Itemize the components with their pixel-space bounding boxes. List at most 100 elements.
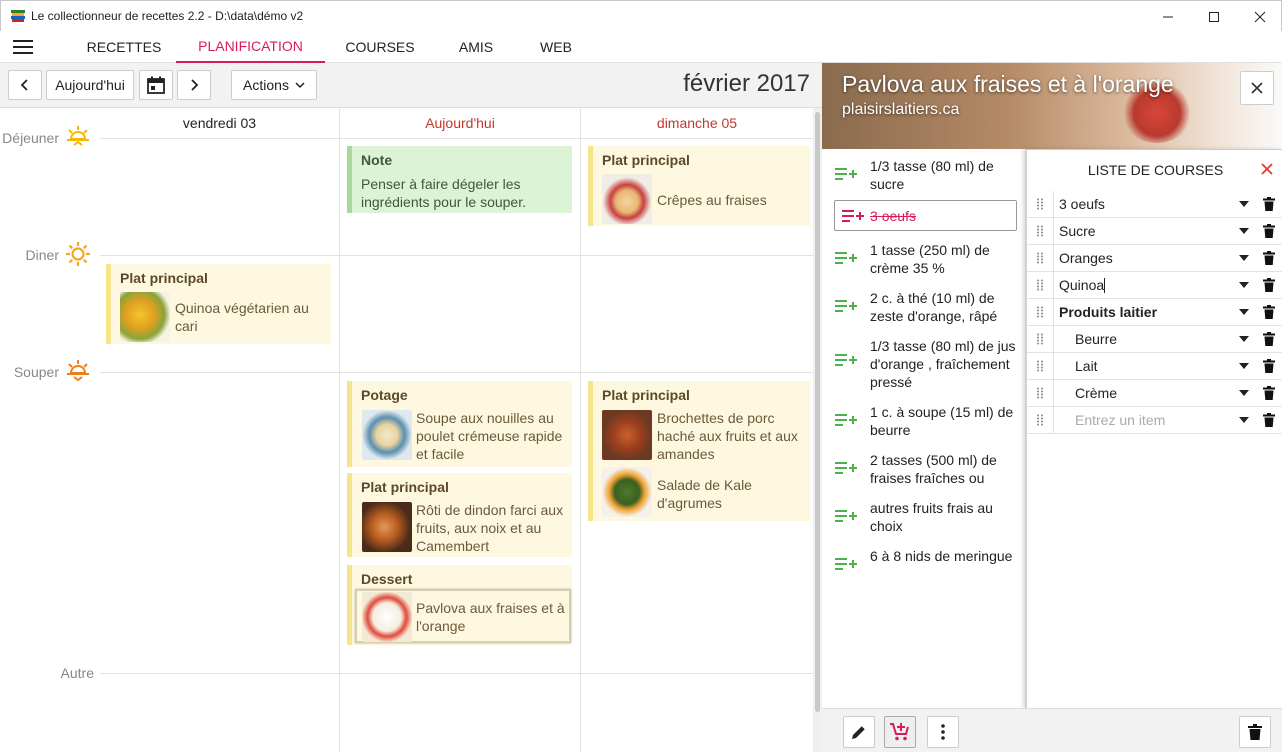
shopping-item[interactable]: Oranges (1027, 244, 1282, 272)
add-to-list-icon[interactable] (822, 241, 870, 267)
caret-down-icon[interactable] (1232, 336, 1256, 342)
drag-handle-icon[interactable] (1027, 379, 1054, 407)
meal-label-souper: Souper (13, 364, 59, 380)
ingredient-item[interactable]: 1/3 tasse (80 ml) de sucre (822, 157, 1026, 193)
caret-down-icon[interactable] (1232, 390, 1256, 396)
shopping-item[interactable]: Sucre (1027, 217, 1282, 245)
caret-down-icon[interactable] (1232, 282, 1256, 288)
tab-courses[interactable]: COURSES (330, 31, 430, 63)
shopping-item-label[interactable]: 3 oeufs (1054, 196, 1232, 212)
card-title: Dessert (361, 571, 413, 587)
shopping-cart-button[interactable] (884, 716, 916, 748)
add-to-list-icon[interactable] (822, 547, 870, 573)
caret-down-icon[interactable] (1232, 363, 1256, 369)
ingredient-item[interactable]: 1 tasse (250 ml) de crème 35 % (822, 241, 1026, 277)
tab-web[interactable]: WEB (520, 31, 592, 63)
shopping-list-title: LISTE DE COURSES (1087, 162, 1224, 178)
note-card[interactable]: Note Penser à faire dégeler les ingrédie… (347, 146, 572, 213)
edit-button[interactable] (843, 716, 875, 748)
tab-recettes[interactable]: RECETTES (72, 31, 176, 63)
delete-list-button[interactable] (1239, 716, 1271, 748)
close-recipe-button[interactable] (1240, 71, 1274, 105)
trash-icon[interactable] (1256, 413, 1282, 427)
trash-icon[interactable] (1256, 305, 1282, 319)
trash-icon[interactable] (1256, 251, 1282, 265)
new-item-input[interactable]: Entrez un item (1054, 412, 1232, 428)
shopping-item[interactable]: Lait (1027, 352, 1282, 380)
calendar-picker-button[interactable] (139, 70, 173, 100)
more-options-button[interactable] (927, 716, 959, 748)
ingredient-item[interactable]: autres fruits frais au choix (822, 499, 1026, 535)
meal-card-potage[interactable]: Potage Soupe aux nouilles au poulet crém… (347, 381, 572, 467)
meal-card-friday-diner[interactable]: Plat principal Quinoa végétarien au cari (106, 264, 331, 344)
drag-handle-icon[interactable] (1027, 406, 1054, 434)
drag-handle-icon[interactable] (1027, 298, 1054, 326)
ingredient-item[interactable]: 1 c. à soupe (15 ml) de beurre (822, 403, 1026, 439)
caret-down-icon[interactable] (1232, 255, 1256, 261)
shopping-item-label[interactable]: Crème (1054, 385, 1232, 401)
shopping-item-label[interactable]: Oranges (1054, 250, 1232, 266)
caret-down-icon[interactable] (1232, 417, 1256, 423)
add-to-cart-icon (890, 723, 909, 741)
shopping-item-label: Quinoa (1059, 276, 1105, 293)
trash-icon[interactable] (1256, 332, 1282, 346)
meal-card-sunday-dejeuner[interactable]: Plat principal Crêpes au fraises (588, 146, 810, 226)
current-month: février 2017 (683, 70, 810, 97)
drag-handle-icon[interactable] (1027, 244, 1054, 272)
trash-icon[interactable] (1256, 386, 1282, 400)
add-to-list-icon[interactable] (822, 403, 870, 429)
shopping-item[interactable]: 3 oeufs (1027, 190, 1282, 218)
ingredient-item[interactable]: 1/3 tasse (80 ml) de jus d'orange , fraî… (822, 337, 1026, 391)
trash-icon[interactable] (1256, 224, 1282, 238)
caret-down-icon[interactable] (1232, 228, 1256, 234)
meal-card-plat-principal[interactable]: Plat principal Rôti de dindon farci aux … (347, 473, 572, 557)
next-button[interactable] (177, 70, 211, 100)
hamburger-menu-button[interactable] (13, 39, 33, 55)
actions-dropdown[interactable]: Actions (231, 70, 317, 100)
caret-down-icon[interactable] (1232, 309, 1256, 315)
meal-card-dessert[interactable]: Dessert Pavlova aux fraises et à l'orang… (347, 565, 572, 645)
close-shopping-list-button[interactable] (1260, 162, 1274, 176)
drag-handle-icon[interactable] (1027, 190, 1054, 218)
shopping-item-label[interactable]: Sucre (1054, 223, 1232, 239)
ingredient-item[interactable]: 2 c. à thé (10 ml) de zeste d'orange, râ… (822, 289, 1026, 325)
caret-down-icon[interactable] (1232, 201, 1256, 207)
add-to-list-icon[interactable] (822, 499, 870, 525)
trash-icon[interactable] (1256, 278, 1282, 292)
drag-handle-icon[interactable] (1027, 352, 1054, 380)
calendar-scrollbar-thumb[interactable] (815, 112, 820, 712)
trash-icon[interactable] (1256, 359, 1282, 373)
ingredient-item-selected[interactable]: 3 oeufs (834, 200, 1017, 231)
tab-amis[interactable]: AMIS (440, 31, 512, 63)
minimize-icon (1163, 16, 1173, 17)
meal-card-sunday-souper[interactable]: Plat principal Brochettes de porc haché … (588, 381, 810, 521)
shopping-item-label[interactable]: Lait (1054, 358, 1232, 374)
add-to-list-icon[interactable] (822, 451, 870, 477)
shopping-item-input[interactable]: Quinoa (1054, 277, 1232, 294)
drag-handle-icon[interactable] (1027, 325, 1054, 353)
previous-button[interactable] (8, 70, 42, 100)
drag-handle-icon[interactable] (1027, 217, 1054, 245)
trash-icon[interactable] (1256, 197, 1282, 211)
shopping-item-label[interactable]: Beurre (1054, 331, 1232, 347)
shopping-category-label[interactable]: Produits laitier (1054, 304, 1232, 320)
shopping-category[interactable]: Produits laitier (1027, 298, 1282, 326)
shopping-item-editing[interactable]: Quinoa (1027, 271, 1282, 299)
add-to-list-icon[interactable] (822, 337, 870, 369)
shopping-item[interactable]: Beurre (1027, 325, 1282, 353)
maximize-button[interactable] (1191, 1, 1237, 32)
add-to-list-icon[interactable] (822, 289, 870, 315)
add-to-list-icon[interactable] (822, 157, 870, 183)
new-item-row[interactable]: Entrez un item (1027, 406, 1282, 434)
recipe-source[interactable]: plaisirslaitiers.ca (842, 101, 959, 119)
app-logo-icon (10, 8, 26, 24)
tab-planification[interactable]: PLANIFICATION (176, 31, 325, 63)
drag-handle-icon[interactable] (1027, 271, 1054, 299)
close-window-button[interactable] (1237, 1, 1282, 32)
ingredient-item[interactable]: 2 tasses (500 ml) de fraises fraîches ou (822, 451, 1026, 487)
add-to-list-icon[interactable] (835, 207, 870, 225)
minimize-button[interactable] (1145, 1, 1191, 32)
ingredient-item[interactable]: 6 à 8 nids de meringue (822, 547, 1026, 573)
shopping-item[interactable]: Crème (1027, 379, 1282, 407)
today-button[interactable]: Aujourd'hui (46, 70, 134, 100)
